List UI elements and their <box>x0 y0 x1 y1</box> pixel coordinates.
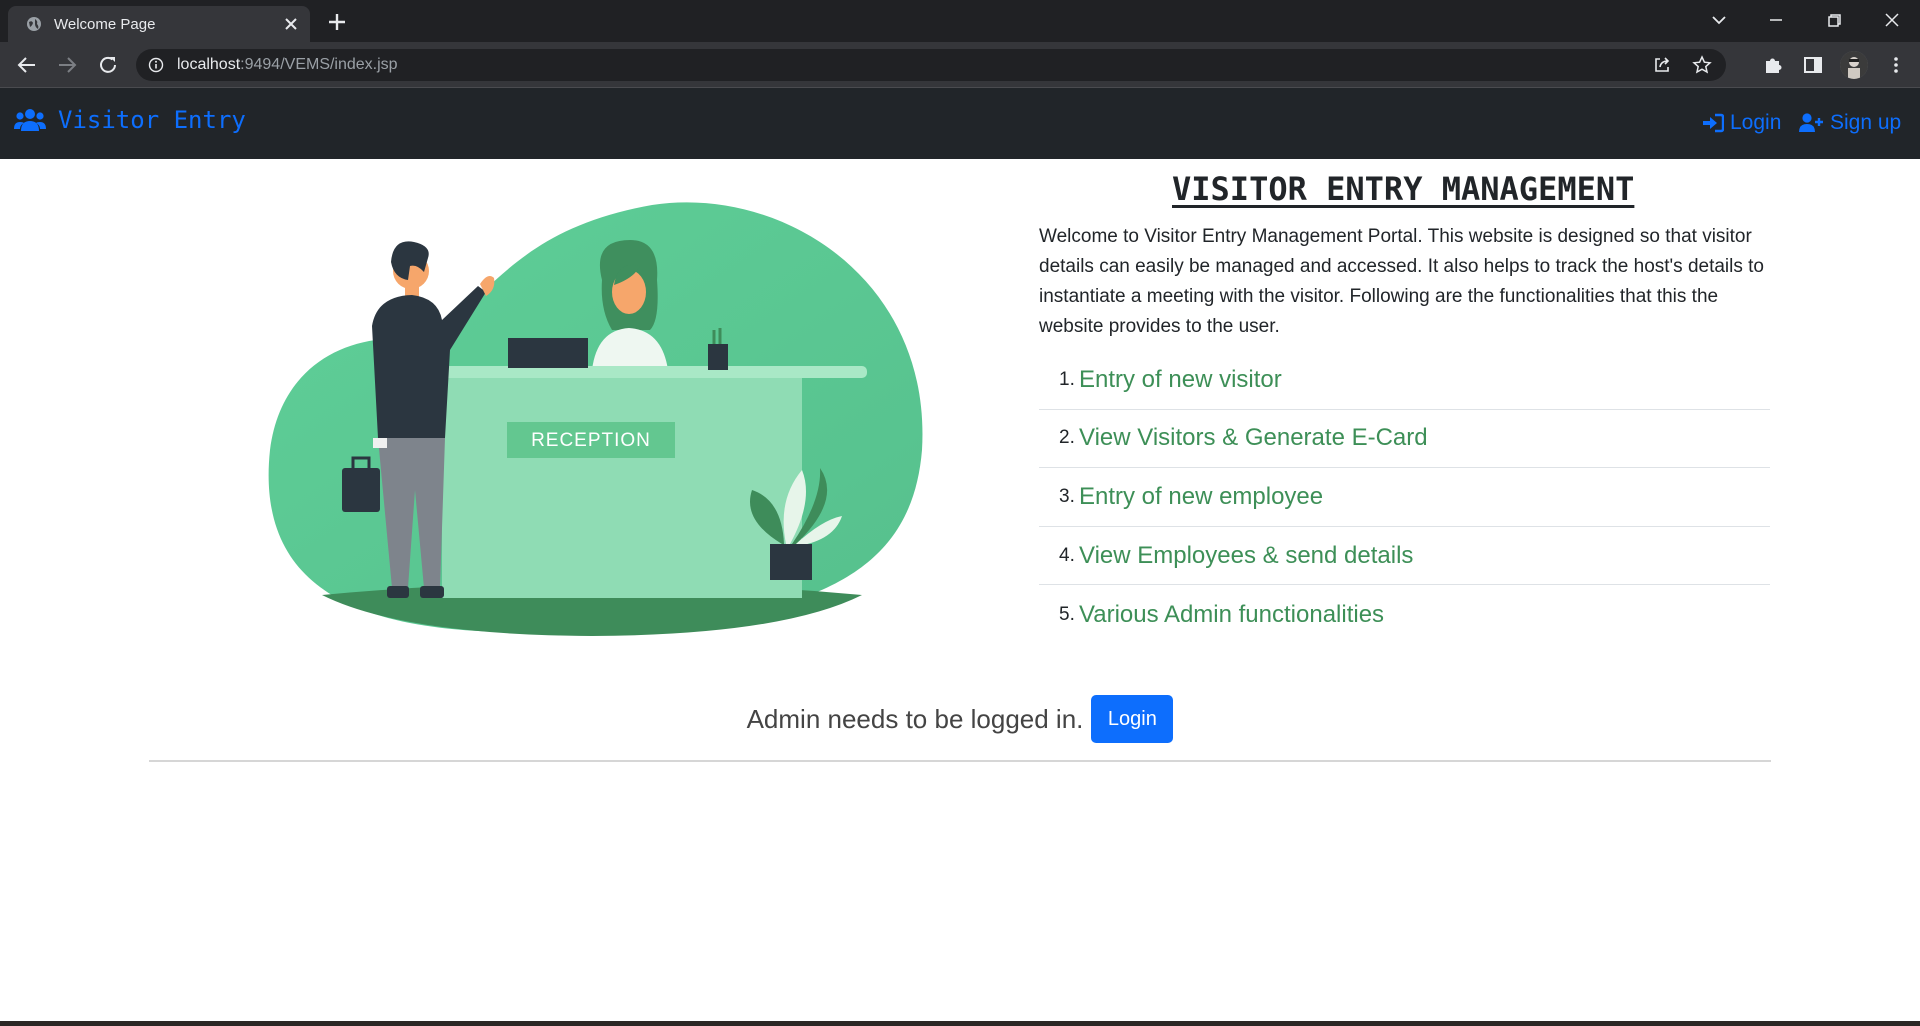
site-info-icon[interactable] <box>148 57 164 73</box>
tab-title: Welcome Page <box>54 16 156 33</box>
func-link-new-visitor[interactable]: Entry of new visitor <box>1079 366 1282 394</box>
nav-signup-label: Sign up <box>1830 111 1902 134</box>
new-tab-icon[interactable] <box>326 11 348 33</box>
reception-sign-label: RECEPTION <box>531 430 651 451</box>
list-item-number: 5. <box>1059 603 1075 625</box>
sign-in-icon <box>1703 113 1724 133</box>
functionality-list: 1. Entry of new visitor 2. View Visitors… <box>1039 351 1770 644</box>
list-item: 5. Various Admin functionalities <box>1039 585 1770 644</box>
browser-menu-icon[interactable] <box>1885 54 1907 76</box>
func-link-view-employees[interactable]: View Employees & send details <box>1079 542 1413 570</box>
close-window-icon[interactable] <box>1880 8 1904 32</box>
profile-avatar[interactable] <box>1840 51 1868 79</box>
list-item: 4. View Employees & send details <box>1039 527 1770 586</box>
nav-login-link[interactable]: Login <box>1702 111 1781 135</box>
admin-login-button[interactable]: Login <box>1091 695 1174 743</box>
reload-icon[interactable] <box>96 53 120 77</box>
share-icon[interactable] <box>1652 55 1672 75</box>
divider <box>149 760 1771 762</box>
func-link-new-employee[interactable]: Entry of new employee <box>1079 483 1323 511</box>
admin-login-row: Admin needs to be logged in. Login <box>0 695 1920 743</box>
forward-icon[interactable] <box>55 53 79 77</box>
browser-tab-strip: Welcome Page <box>0 0 1920 42</box>
list-item-number: 1. <box>1059 368 1075 390</box>
minimize-icon[interactable] <box>1764 8 1788 32</box>
list-item: 3. Entry of new employee <box>1039 468 1770 527</box>
back-icon[interactable] <box>15 53 39 77</box>
func-link-view-visitors[interactable]: View Visitors & Generate E-Card <box>1079 424 1428 452</box>
url-text: localhost:9494/VEMS/index.jsp <box>177 56 398 73</box>
browser-tab[interactable]: Welcome Page <box>8 6 310 42</box>
page-heading: VISITOR ENTRY MANAGEMENT <box>1172 170 1635 208</box>
list-item-number: 4. <box>1059 544 1075 566</box>
taskbar-edge <box>0 1021 1920 1026</box>
func-link-admin[interactable]: Various Admin functionalities <box>1079 601 1384 629</box>
list-item: 2. View Visitors & Generate E-Card <box>1039 410 1770 469</box>
brand-link[interactable]: Visitor Entry <box>14 106 246 134</box>
bookmark-star-icon[interactable] <box>1692 55 1712 75</box>
nav-login-label: Login <box>1730 111 1782 134</box>
list-item-number: 2. <box>1059 427 1075 449</box>
intro-paragraph: Welcome to Visitor Entry Management Port… <box>1039 226 1764 337</box>
tab-search-icon[interactable] <box>1707 8 1731 32</box>
brand-title: Visitor Entry <box>58 106 246 134</box>
list-item: 1. Entry of new visitor <box>1039 351 1770 410</box>
app-navbar: Visitor Entry Login Sign up <box>0 88 1920 159</box>
users-icon <box>14 109 46 131</box>
globe-icon <box>27 17 41 31</box>
extensions-puzzle-icon[interactable] <box>1762 54 1784 76</box>
close-tab-icon[interactable] <box>282 15 300 33</box>
browser-toolbar: localhost:9494/VEMS/index.jsp <box>0 42 1920 88</box>
nav-signup-link[interactable]: Sign up <box>1798 111 1901 135</box>
address-bar[interactable]: localhost:9494/VEMS/index.jsp <box>136 49 1726 81</box>
profile-picture-icon <box>1840 51 1868 79</box>
restore-icon[interactable] <box>1822 8 1846 32</box>
user-plus-icon <box>1799 113 1823 132</box>
list-item-number: 3. <box>1059 485 1075 507</box>
admin-notice: Admin needs to be logged in. <box>746 703 1084 734</box>
side-panel-icon[interactable] <box>1802 54 1824 76</box>
reception-illustration: RECEPTION <box>268 202 923 636</box>
